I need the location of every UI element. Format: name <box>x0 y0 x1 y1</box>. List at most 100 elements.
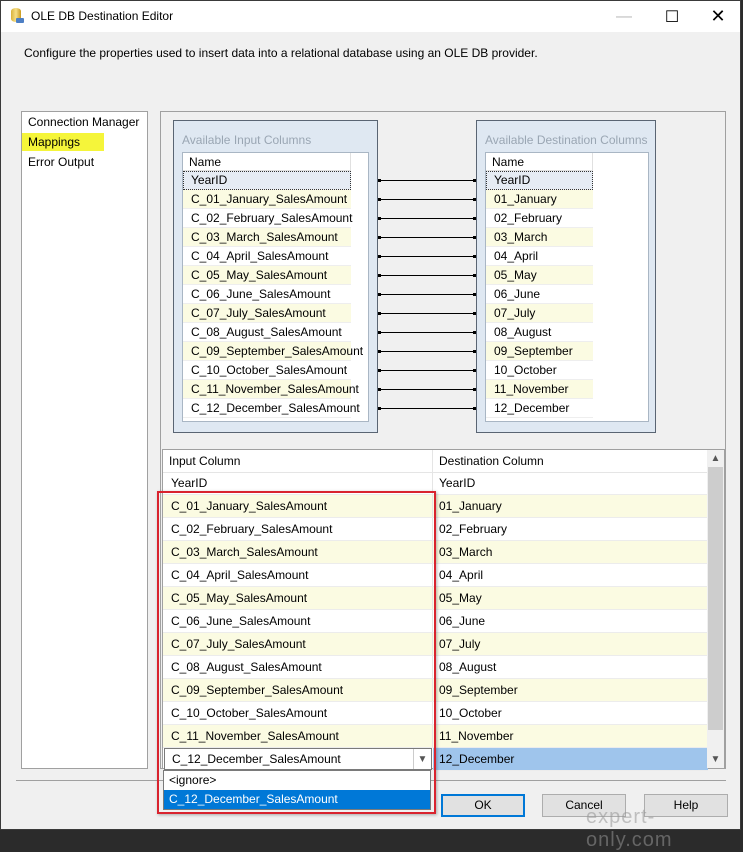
destination-list-item[interactable]: 02_February <box>486 209 593 228</box>
input-column-cell[interactable]: C_03_March_SalesAmount <box>163 541 433 563</box>
destination-list-item[interactable]: 01_January <box>486 190 593 209</box>
input-list-item[interactable]: C_08_August_SalesAmount <box>183 323 351 342</box>
mapping-connector-line[interactable] <box>378 274 476 277</box>
destination-list-item[interactable]: 03_March <box>486 228 593 247</box>
destination-list-item[interactable]: 11_November <box>486 380 593 399</box>
input-list-item[interactable]: C_11_November_SalesAmount <box>183 380 359 399</box>
dropdown-option-c12-december[interactable]: C_12_December_SalesAmount <box>164 790 430 809</box>
ole-db-destination-editor-window: OLE DB Destination Editor — ☐ ✕ Configur… <box>0 0 741 851</box>
mapping-row[interactable]: C_03_March_SalesAmount 03_March <box>163 541 708 564</box>
scroll-thumb[interactable] <box>708 467 723 730</box>
watermark: expert-only.com <box>586 806 673 851</box>
input-list-item[interactable]: YearID <box>183 171 351 190</box>
mapping-connector-line[interactable] <box>378 407 476 410</box>
input-list-item[interactable]: C_09_September_SalesAmount <box>183 342 363 361</box>
scroll-down-icon[interactable]: ▼ <box>707 751 724 768</box>
mapping-connector-line[interactable] <box>378 331 476 334</box>
mapping-row[interactable]: C_06_June_SalesAmount 06_June <box>163 610 708 633</box>
mapping-row[interactable]: YearID YearID <box>163 472 708 495</box>
input-column-cell[interactable]: C_06_June_SalesAmount <box>163 610 433 632</box>
input-list-item[interactable]: C_06_June_SalesAmount <box>183 285 351 304</box>
destination-list-item[interactable]: 10_October <box>486 361 593 380</box>
mapping-row[interactable]: C_12_December_SalesAmount ▼ 12_December <box>163 748 708 771</box>
mapping-row[interactable]: C_02_February_SalesAmount 02_February <box>163 518 708 541</box>
input-column-cell[interactable]: C_04_April_SalesAmount <box>163 564 433 586</box>
input-column-cell[interactable]: C_09_September_SalesAmount <box>163 679 433 701</box>
destination-column-cell[interactable]: YearID <box>433 472 708 494</box>
destination-list-item[interactable]: 07_July <box>486 304 593 323</box>
destination-list-item[interactable]: 12_December <box>486 399 593 418</box>
mapping-connector-line[interactable] <box>378 293 476 296</box>
mapping-row[interactable]: C_08_August_SalesAmount 08_August <box>163 656 708 679</box>
input-column-cell[interactable]: C_10_October_SalesAmount <box>163 702 433 724</box>
mapping-connector-line[interactable] <box>378 312 476 315</box>
destination-column-cell[interactable]: 09_September <box>433 679 708 701</box>
destination-column-cell[interactable]: 03_March <box>433 541 708 563</box>
destination-column-cell[interactable]: 05_May <box>433 587 708 609</box>
scroll-up-icon[interactable]: ▲ <box>707 450 724 467</box>
mapping-connector-line[interactable] <box>378 217 476 220</box>
destination-column-cell[interactable]: 10_October <box>433 702 708 724</box>
input-column-header[interactable]: Input Column <box>163 450 433 472</box>
input-list-item[interactable]: C_02_February_SalesAmount <box>183 209 352 228</box>
grid-vertical-scrollbar[interactable]: ▲ ▼ <box>707 450 724 768</box>
input-column-cell[interactable]: C_02_February_SalesAmount <box>163 518 433 540</box>
mapping-connector-line[interactable] <box>378 179 476 182</box>
chevron-down-icon[interactable]: ▼ <box>413 749 431 769</box>
destination-list-item[interactable]: YearID <box>486 171 593 190</box>
destination-list-header[interactable]: Name <box>486 153 593 171</box>
mapping-row[interactable]: C_10_October_SalesAmount 10_October <box>163 702 708 725</box>
mapping-row[interactable]: C_11_November_SalesAmount 11_November <box>163 725 708 748</box>
input-list-item[interactable]: C_05_May_SalesAmount <box>183 266 351 285</box>
mapping-row[interactable]: C_01_January_SalesAmount 01_January <box>163 495 708 518</box>
destination-column-cell[interactable]: 06_June <box>433 610 708 632</box>
mapping-connector-line[interactable] <box>378 350 476 353</box>
input-column-cell[interactable]: C_08_August_SalesAmount <box>163 656 433 678</box>
nav-item-error-output[interactable]: Error Output <box>28 155 94 169</box>
destination-column-cell[interactable]: 07_July <box>433 633 708 655</box>
destination-column-header[interactable]: Destination Column <box>433 450 708 472</box>
destination-column-cell[interactable]: 04_April <box>433 564 708 586</box>
mapping-connector-line[interactable] <box>378 255 476 258</box>
input-list-header[interactable]: Name <box>183 153 351 171</box>
destination-column-cell[interactable]: 11_November <box>433 725 708 747</box>
mapping-connector-line[interactable] <box>378 388 476 391</box>
destination-column-cell[interactable]: 01_January <box>433 495 708 517</box>
input-list-item[interactable]: C_07_July_SalesAmount <box>183 304 351 323</box>
input-list-item[interactable]: C_04_April_SalesAmount <box>183 247 351 266</box>
destination-list-item[interactable]: 04_April <box>486 247 593 266</box>
destination-list-item[interactable]: 05_May <box>486 266 593 285</box>
minimize-button[interactable]: — <box>601 1 647 32</box>
input-column-cell[interactable]: YearID <box>163 472 433 494</box>
mapping-connector-line[interactable] <box>378 369 476 372</box>
mapping-row[interactable]: C_07_July_SalesAmount 07_July <box>163 633 708 656</box>
nav-item-mappings[interactable]: Mappings <box>22 133 105 151</box>
destination-list-item[interactable]: 08_August <box>486 323 593 342</box>
input-column-cell[interactable]: C_07_July_SalesAmount <box>163 633 433 655</box>
nav-item-connection-manager[interactable]: Connection Manager <box>28 115 139 129</box>
destination-list-item[interactable]: 09_September <box>486 342 593 361</box>
input-list-item[interactable]: C_12_December_SalesAmount <box>183 399 360 418</box>
input-column-cell[interactable]: C_01_January_SalesAmount <box>163 495 433 517</box>
maximize-button[interactable]: ☐ <box>649 1 695 32</box>
input-column-combobox[interactable]: C_12_December_SalesAmount ▼ <box>164 748 432 770</box>
destination-column-cell[interactable]: 02_February <box>433 518 708 540</box>
close-button[interactable]: ✕ <box>695 1 741 32</box>
mapping-connector-line[interactable] <box>378 236 476 239</box>
input-column-dropdown-list[interactable]: <ignore> C_12_December_SalesAmount <box>163 770 431 810</box>
input-list-item[interactable]: C_03_March_SalesAmount <box>183 228 351 247</box>
ok-button[interactable]: OK <box>441 794 525 817</box>
input-column-cell[interactable]: C_11_November_SalesAmount <box>163 725 433 747</box>
input-list-item[interactable]: C_01_January_SalesAmount <box>183 190 351 209</box>
mapping-row[interactable]: C_05_May_SalesAmount 05_May <box>163 587 708 610</box>
destination-column-cell[interactable]: 08_August <box>433 656 708 678</box>
input-list-item[interactable]: C_10_October_SalesAmount <box>183 361 351 380</box>
mapping-row[interactable]: C_04_April_SalesAmount 04_April <box>163 564 708 587</box>
destination-column-cell[interactable]: 12_December <box>433 748 708 770</box>
destination-list-item[interactable]: 06_June <box>486 285 593 304</box>
input-column-cell[interactable]: C_05_May_SalesAmount <box>163 587 433 609</box>
mapping-connector-line[interactable] <box>378 198 476 201</box>
dropdown-option-ignore[interactable]: <ignore> <box>164 771 430 790</box>
mapping-row[interactable]: C_09_September_SalesAmount 09_September <box>163 679 708 702</box>
available-destination-columns-title: Available Destination Columns <box>485 133 648 147</box>
